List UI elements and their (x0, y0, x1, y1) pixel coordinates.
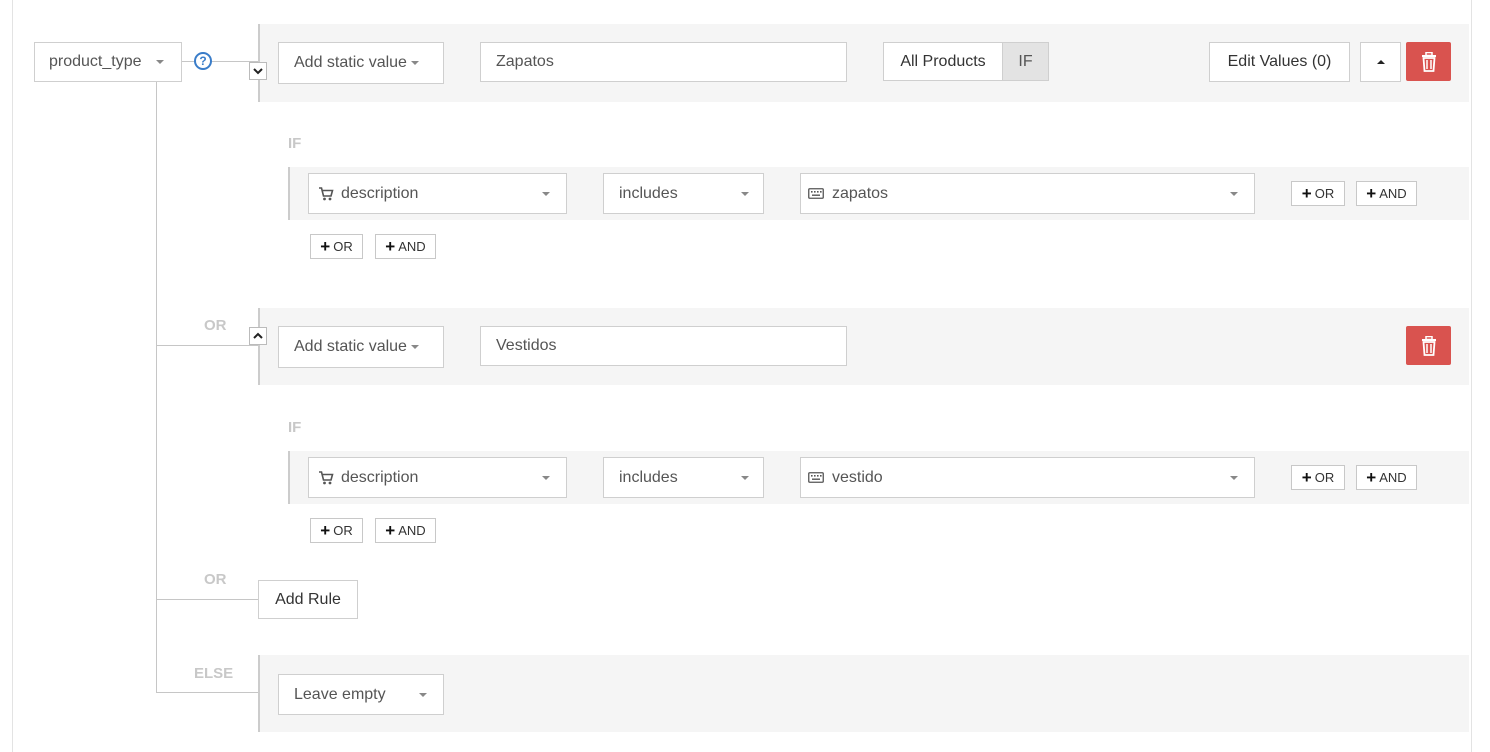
scope-if-label: IF (1018, 52, 1033, 70)
rule-1-group-add-and-button[interactable]: + AND (375, 234, 436, 259)
chevron-down-icon (253, 68, 263, 75)
rule-1-condition-operator-dropdown[interactable]: includes (603, 173, 764, 214)
rule-1-condition-add-or-button[interactable]: + OR (1291, 181, 1345, 206)
plus-icon: + (385, 521, 396, 540)
frame-right-border (1471, 0, 1472, 752)
rule-2-collapse-toggle[interactable] (249, 327, 267, 345)
tree-branch-add-rule (156, 599, 258, 600)
keyboard-icon (808, 188, 824, 199)
plus-icon: + (1366, 184, 1377, 203)
frame-left-border (12, 0, 13, 752)
chevron-down-icon (419, 692, 427, 697)
add-and-label: AND (398, 239, 426, 254)
add-rule-button[interactable]: Add Rule (258, 580, 358, 619)
plus-icon: + (320, 237, 331, 256)
scope-all-products-button[interactable]: All Products (883, 42, 1003, 81)
rule-1-value-type-label: Add static value (294, 54, 407, 71)
rule-1-condition-add-and-button[interactable]: + AND (1356, 181, 1417, 206)
tree-branch-else (156, 692, 258, 693)
rule-1-condition-value-label: zapatos (832, 184, 889, 202)
caret-up-icon (1376, 60, 1385, 64)
else-left-rule (258, 655, 260, 732)
rule-2-connector-label: OR (204, 317, 227, 334)
chevron-down-icon (410, 345, 419, 349)
rule-2-group-add-or-button[interactable]: + OR (310, 518, 363, 543)
rule-2-condition-field-dropdown[interactable]: description (308, 457, 567, 498)
rule-2-condition-add-and-button[interactable]: + AND (1356, 465, 1417, 490)
plus-icon: + (1366, 468, 1377, 487)
rule-1-value-type-dropdown[interactable]: Add static value (278, 42, 444, 84)
rule-1-condition-field-dropdown[interactable]: description (308, 173, 567, 214)
tree-branch-2 (156, 345, 258, 346)
rule-2-value-text: Vestidos (496, 337, 557, 354)
add-rule-label: Add Rule (275, 590, 341, 608)
else-label: ELSE (194, 665, 234, 682)
trash-icon (1421, 51, 1436, 72)
field-selector-label: product_type (49, 53, 142, 70)
plus-icon: + (385, 237, 396, 256)
question-circle-icon[interactable]: ? (194, 52, 212, 70)
keyboard-icon (808, 472, 824, 483)
edit-values-label: Edit Values (0) (1227, 53, 1332, 70)
add-or-label: OR (333, 239, 353, 254)
rule-2-delete-button[interactable] (1406, 326, 1451, 365)
rule-1-condition-operator-label: includes (619, 184, 678, 202)
rule-1-condition-heading: IF (288, 135, 302, 152)
move-up-button[interactable] (1360, 42, 1401, 82)
cart-icon (319, 471, 334, 485)
rule-1-condition-value-dropdown[interactable]: zapatos (800, 173, 1255, 214)
rule-1-condition-field-label: description (341, 184, 419, 202)
chevron-down-icon (155, 60, 164, 64)
add-and-label: AND (398, 523, 426, 538)
rule-2-condition-field-label: description (341, 468, 419, 486)
chevron-up-icon (253, 332, 263, 339)
edit-values-button[interactable]: Edit Values (0) (1209, 42, 1350, 82)
add-or-label: OR (1314, 470, 1335, 485)
chevron-down-icon (1230, 475, 1238, 480)
trash-icon (1421, 335, 1436, 356)
chevron-down-icon (741, 191, 749, 196)
add-or-label: OR (1314, 186, 1335, 201)
add-rule-connector-label: OR (204, 571, 227, 588)
rule-2-condition-add-or-button[interactable]: + OR (1291, 465, 1345, 490)
chevron-down-icon (410, 61, 419, 65)
rule-2-condition-value-label: vestido (832, 468, 883, 486)
scope-all-products-label: All Products (900, 52, 986, 70)
rule-2-value-type-dropdown[interactable]: Add static value (278, 326, 444, 368)
rule-2-value-input[interactable]: Vestidos (480, 326, 847, 366)
rule-2-condition-value-dropdown[interactable]: vestido (800, 457, 1255, 498)
chevron-down-icon (741, 475, 749, 480)
plus-icon: + (320, 521, 331, 540)
add-or-label: OR (333, 523, 353, 538)
chevron-down-icon (542, 191, 550, 196)
rule-2-value-type-label: Add static value (294, 338, 407, 355)
add-and-label: AND (1379, 186, 1407, 201)
rule-1-delete-button[interactable] (1406, 42, 1451, 81)
tree-trunk-line (156, 82, 157, 692)
rule-2-condition-operator-dropdown[interactable]: includes (603, 457, 764, 498)
rule-2-condition-heading: IF (288, 419, 302, 436)
cart-icon (319, 187, 334, 201)
plus-icon: + (1301, 184, 1312, 203)
rule-2-condition-rule (288, 451, 290, 504)
rule-2-group-add-and-button[interactable]: + AND (375, 518, 436, 543)
chevron-down-icon (1230, 191, 1238, 196)
field-selector-dropdown[interactable]: product_type (34, 42, 182, 82)
scope-if-button[interactable]: IF (1002, 42, 1049, 81)
rule-1-group-add-or-button[interactable]: + OR (310, 234, 363, 259)
add-and-label: AND (1379, 470, 1407, 485)
rule-2-condition-operator-label: includes (619, 468, 678, 486)
else-value-label: Leave empty (294, 685, 386, 703)
chevron-down-icon (542, 475, 550, 480)
rule-1-condition-rule (288, 167, 290, 220)
rule-1-collapse-toggle[interactable] (249, 62, 267, 80)
plus-icon: + (1301, 468, 1312, 487)
rule-2-left-rule (258, 308, 260, 385)
else-value-dropdown[interactable]: Leave empty (278, 674, 444, 715)
rule-1-value-input[interactable]: Zapatos (480, 42, 847, 82)
rule-1-value-text: Zapatos (496, 53, 554, 70)
